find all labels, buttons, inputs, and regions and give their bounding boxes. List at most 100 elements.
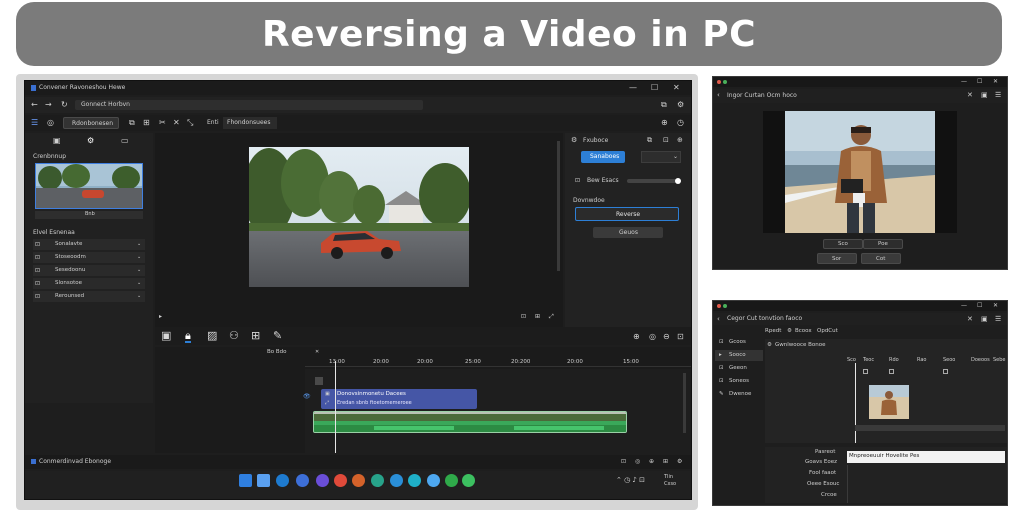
sidebar-item-active[interactable]: ▸ Sooco	[715, 350, 763, 361]
minimize-icon[interactable]: —	[961, 302, 967, 309]
media-tab-icon-2[interactable]: ⚙	[87, 136, 94, 145]
track-lock-icon[interactable]	[315, 377, 323, 385]
marker-icon[interactable]	[889, 369, 894, 374]
app-lime-icon[interactable]	[462, 474, 475, 487]
cross-icon[interactable]: ✕	[173, 118, 180, 127]
properties-icon-a[interactable]: ⧉	[647, 136, 652, 145]
properties-icon-c[interactable]: ⊕	[677, 136, 683, 144]
teams-icon[interactable]	[296, 474, 309, 487]
effect-item[interactable]: ⊡ Sesedoonu ⌄	[33, 265, 145, 276]
search-icon[interactable]	[257, 474, 270, 487]
cut-clip-thumbnail[interactable]	[869, 385, 909, 419]
menu-item[interactable]: Rpedt	[765, 328, 781, 334]
back-icon[interactable]: ←	[31, 100, 38, 109]
select-tool-icon[interactable]: ▣	[161, 330, 171, 341]
close-icon[interactable]: ✕	[673, 83, 680, 92]
preview-expand-icon[interactable]: ⤢	[549, 313, 554, 321]
track-eye-icon[interactable]: 👁︎	[303, 393, 311, 400]
export-button-b[interactable]: Poe	[863, 239, 903, 249]
playback-controls[interactable]: Bo Bdo	[267, 349, 287, 355]
app-cyan-icon[interactable]	[408, 474, 421, 487]
video-clip[interactable]	[313, 411, 627, 433]
speed-slider-handle[interactable]	[675, 178, 681, 184]
mode-field[interactable]: Fhondonsuees	[223, 117, 277, 129]
settings-icon[interactable]: ⚙	[677, 100, 684, 109]
lock-tool-icon[interactable]: 🔒︎	[185, 330, 191, 343]
media-tab-icon-1[interactable]: ▣	[53, 136, 61, 145]
zoom-reset-icon[interactable]: ◎	[649, 332, 656, 341]
edge-icon[interactable]	[276, 474, 289, 487]
split-icon[interactable]: ⤡	[187, 118, 193, 128]
maximize-icon[interactable]: ☐	[977, 78, 982, 85]
chrome-icon[interactable]	[334, 474, 347, 487]
status-icon-b[interactable]: ◎	[635, 458, 640, 465]
cut-icon[interactable]: ✂	[159, 118, 166, 127]
status-icon-d[interactable]: ⊞	[663, 458, 668, 465]
marker-icon[interactable]	[943, 369, 948, 374]
sidebar-item[interactable]: ✎ Dwenoe	[715, 389, 763, 400]
export-button-c[interactable]: Sor	[817, 253, 857, 264]
speed-slider[interactable]	[627, 179, 679, 183]
address-field[interactable]: Gonnect Horbvn	[75, 100, 423, 110]
start-icon[interactable]	[239, 474, 252, 487]
effect-item[interactable]: ⊡ Slonsotoe ⌄	[33, 278, 145, 289]
project-button[interactable]: Rdonbonesen	[63, 117, 119, 129]
preview-play-icon[interactable]: ▸	[159, 313, 162, 320]
preview-scrollbar[interactable]	[557, 141, 560, 271]
image-tool-icon[interactable]: ▨	[207, 330, 217, 341]
close-icon[interactable]: ✕	[993, 78, 998, 85]
grid-icon[interactable]: ⊞	[143, 118, 150, 127]
zoom-in-icon[interactable]: ⊕	[633, 332, 640, 341]
back-icon[interactable]: ‹	[717, 91, 720, 99]
playhead[interactable]	[335, 361, 336, 453]
media-tab-icon-3[interactable]: ▭	[121, 136, 129, 145]
table-tool-icon[interactable]: ⊞	[251, 330, 260, 341]
cut-playhead[interactable]	[855, 363, 856, 443]
pen-tool-icon[interactable]: ✎	[273, 330, 282, 341]
preview-fit-icon[interactable]: ⊡	[521, 313, 526, 320]
export-menu-icon[interactable]: ☰	[995, 91, 1001, 99]
status-icon-e[interactable]: ⚙	[677, 458, 682, 465]
app-purple-icon[interactable]	[316, 474, 329, 487]
tray-icons[interactable]: ⌃ ◷ ♪ ⊡	[616, 476, 645, 484]
sidebar-item[interactable]: ⊡ Geeon	[715, 363, 763, 374]
maximize-icon[interactable]: ☐	[977, 302, 982, 309]
fit-timeline-icon[interactable]: ⊡	[677, 332, 684, 341]
minimize-icon[interactable]: —	[961, 78, 967, 85]
properties-icon-b[interactable]: ⊡	[663, 136, 669, 144]
add-icon[interactable]: ⊕	[661, 118, 668, 127]
app-blue-icon[interactable]	[390, 474, 403, 487]
effect-item[interactable]: ⊡ Sonalavte ⌄	[33, 239, 145, 250]
title-clip[interactable]: ▣ Donovsinmonetu Dacees ⤢ Eredan sbnb ft…	[321, 389, 477, 409]
app-orange-icon[interactable]	[352, 474, 365, 487]
media-thumbnail[interactable]	[35, 163, 143, 209]
status-icon-c[interactable]: ⊕	[649, 458, 654, 465]
property-text-field[interactable]: Mnpreoeuuir Hovelite Pes	[847, 451, 1005, 463]
sidebar-item[interactable]: ⊡ Gcoos	[715, 337, 763, 348]
app-sky-icon[interactable]	[427, 474, 440, 487]
traffic-light-green[interactable]	[723, 80, 727, 84]
status-icon-a[interactable]: ⊡	[621, 458, 626, 465]
export-button-a[interactable]: Sco	[823, 239, 863, 249]
people-tool-icon[interactable]: ⚇	[229, 330, 239, 341]
sidebar-item[interactable]: ⊡ Soneos	[715, 376, 763, 387]
export-layout-icon[interactable]: ▣	[981, 91, 988, 99]
traffic-light-red[interactable]	[717, 304, 721, 308]
menu-item[interactable]: OpdCut	[817, 328, 838, 334]
effect-item[interactable]: ⊡ Rerounsed ⌄	[33, 291, 145, 302]
copy-icon[interactable]: ⧉	[129, 118, 135, 128]
preset-select[interactable]: ⌄	[641, 151, 681, 163]
timeline-scrollbar[interactable]	[683, 373, 686, 433]
close-icon[interactable]: ✕	[993, 302, 998, 309]
back-icon[interactable]: ‹	[717, 315, 720, 323]
refresh-icon[interactable]: ↻	[61, 100, 68, 109]
ok-button[interactable]: Geuos	[593, 227, 663, 238]
export-button-d[interactable]: Cot	[861, 253, 901, 264]
share-icon[interactable]: ⧉	[661, 100, 667, 110]
minimize-icon[interactable]: —	[629, 83, 637, 92]
export-close-icon[interactable]: ✕	[967, 91, 973, 99]
zoom-out-icon[interactable]: ⊖	[663, 332, 670, 341]
camera-icon[interactable]: ◎	[47, 118, 54, 127]
app-teal-icon[interactable]	[371, 474, 384, 487]
traffic-light-green[interactable]	[723, 304, 727, 308]
